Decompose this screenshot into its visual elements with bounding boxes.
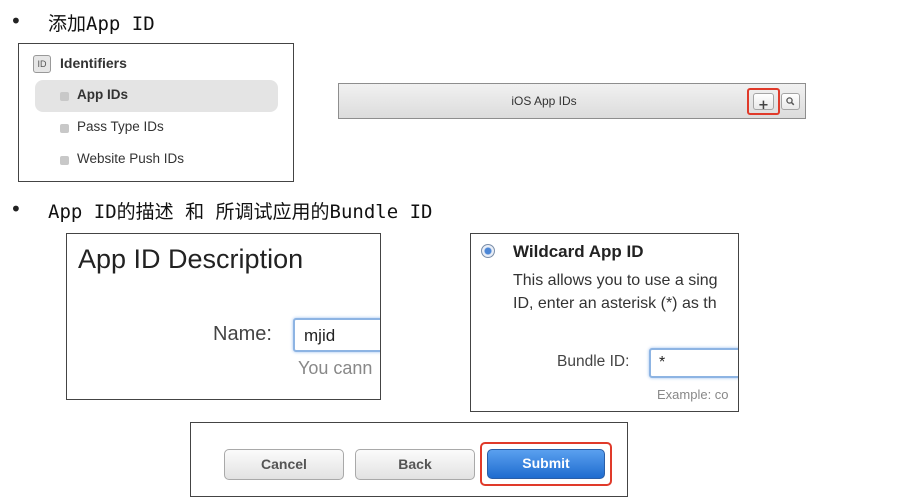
name-label: Name: — [213, 323, 272, 345]
wildcard-description-line-1: This allows you to use a sing — [513, 272, 718, 289]
search-button[interactable] — [781, 93, 800, 110]
wildcard-radio[interactable] — [481, 244, 495, 258]
bundle-id-example: Example: co — [657, 387, 729, 402]
identifiers-title: Identifiers — [60, 55, 127, 71]
id-badge-icon: ID — [33, 55, 51, 73]
toolbar-title: iOS App IDs — [511, 94, 577, 108]
name-input-value: mjid — [304, 326, 336, 345]
bundle-id-value: * — [659, 354, 666, 371]
sidebar-item-app-ids[interactable]: App IDs — [35, 80, 278, 112]
sidebar-item-label: Pass Type IDs — [77, 119, 164, 134]
wildcard-description-line-2: ID, enter an asterisk (*) as th — [513, 295, 717, 312]
bullet-dot-icon — [60, 92, 69, 101]
app-id-description-panel: App ID Description Name: mjid You cann — [66, 233, 381, 400]
sidebar-item-label: App IDs — [77, 87, 129, 102]
wildcard-app-id-panel: Wildcard App ID This allows you to use a… — [470, 233, 739, 412]
plus-icon: + — [758, 98, 769, 113]
sidebar-item-label: Website Push IDs — [77, 151, 185, 166]
ios-app-ids-toolbar: iOS App IDs + — [338, 83, 806, 119]
sidebar-item-pass-type-ids[interactable]: Pass Type IDs — [35, 114, 278, 142]
heading-add-app-id: 添加App ID — [48, 13, 155, 35]
back-button[interactable]: Back — [355, 449, 475, 480]
bullet-1: • — [10, 9, 22, 33]
cancel-button[interactable]: Cancel — [224, 449, 344, 480]
description-title: App ID Description — [78, 244, 304, 274]
name-input[interactable]: mjid — [293, 318, 380, 352]
bundle-id-label: Bundle ID: — [557, 353, 630, 370]
identifiers-panel: ID Identifiers App IDs Pass Type IDs Web… — [18, 43, 294, 182]
bullet-dot-icon — [60, 124, 69, 133]
search-icon — [786, 97, 795, 106]
sidebar-item-website-push-ids[interactable]: Website Push IDs — [35, 146, 278, 174]
wildcard-title: Wildcard App ID — [513, 242, 644, 261]
heading-description-bundle-id: App ID的描述 和 所调试应用的Bundle ID — [48, 201, 433, 223]
name-hint: You cann — [298, 358, 373, 378]
form-actions-panel: Cancel Back Submit — [190, 422, 628, 497]
add-app-id-button[interactable]: + — [753, 93, 774, 113]
bullet-dot-icon — [60, 156, 69, 165]
bullet-2: • — [10, 197, 22, 221]
submit-button[interactable]: Submit — [487, 449, 605, 479]
bundle-id-input[interactable]: * — [649, 348, 738, 378]
